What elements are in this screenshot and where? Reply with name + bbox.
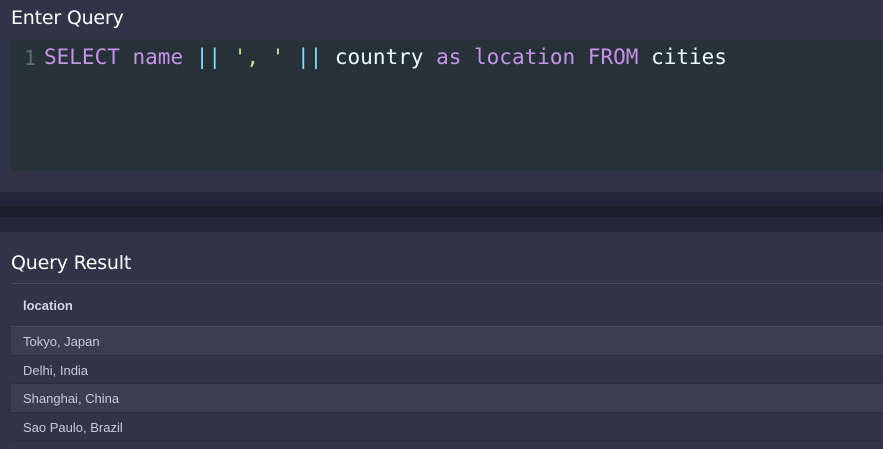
query-panel: Enter Query 1 SELECT name || ', ' || cou… <box>0 0 883 192</box>
result-table: location Tokyo, Japan Delhi, India Shang… <box>11 283 883 441</box>
table-cell: Tokyo, Japan <box>23 334 100 349</box>
column-header-location[interactable]: location <box>23 298 73 313</box>
code-token-plain: country <box>334 45 424 69</box>
table-cell: Shanghai, China <box>23 391 120 406</box>
code-token-kw: SELECT <box>44 45 120 69</box>
code-token-str: ', ' <box>233 45 285 69</box>
code-token-kw: FROM <box>587 45 639 69</box>
query-panel-title: Enter Query <box>11 7 124 29</box>
sql-editor[interactable]: 1 SELECT name || ', ' || country as loca… <box>11 40 883 171</box>
table-row: Shanghai, China <box>11 384 883 413</box>
table-cell: Delhi, India <box>23 362 89 378</box>
code-token-op: || <box>195 45 222 69</box>
code-token-kw: as <box>436 45 462 69</box>
table-row: Delhi, India <box>11 355 883 384</box>
line-number: 1 <box>24 46 37 70</box>
code-token-plain: cities <box>651 45 727 69</box>
app-root: Enter Query 1 SELECT name || ', ' || cou… <box>0 0 883 449</box>
code-token-op: || <box>296 45 323 69</box>
code-token-kw: name <box>132 45 184 69</box>
code-token-kw: location <box>474 45 576 69</box>
table-row: Tokyo, Japan <box>11 327 883 356</box>
split-divider-handle[interactable] <box>0 206 883 217</box>
table-cell: Sao Paulo, Brazil <box>23 419 123 435</box>
result-panel-title: Query Result <box>11 252 132 274</box>
code-line[interactable]: SELECT name || ', ' || country as locati… <box>44 44 727 70</box>
result-panel: Query Result location Tokyo, Japan Delhi… <box>0 232 883 449</box>
table-row: Sao Paulo, Brazil <box>11 412 883 441</box>
table-header: location <box>11 283 883 327</box>
